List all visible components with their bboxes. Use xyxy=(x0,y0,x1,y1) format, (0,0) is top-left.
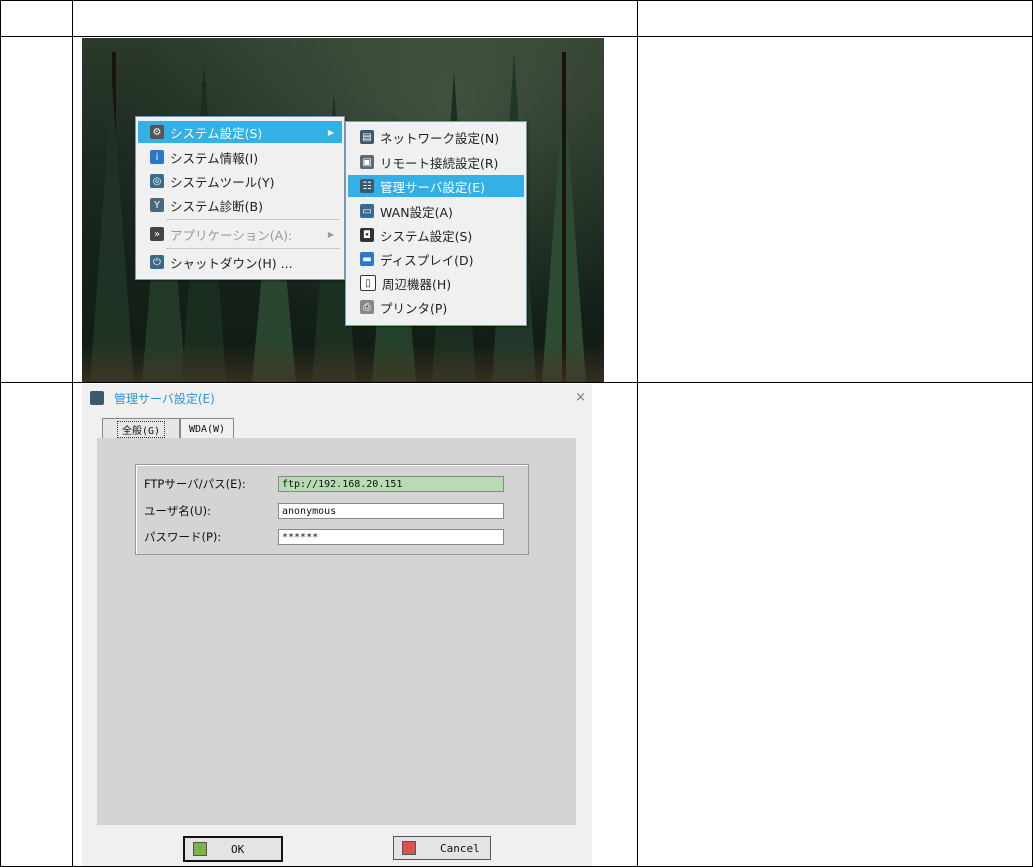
table-border-left xyxy=(0,0,1,867)
cancel-label: Cancel xyxy=(440,841,480,855)
menu-item-system-diagnosis[interactable]: Y システム診断(B) xyxy=(138,194,342,216)
tab-label: 全般(G) xyxy=(116,420,166,438)
menu-item-label: WAN設定(A) xyxy=(380,204,453,220)
gear-icon: ⚙ xyxy=(150,125,164,139)
submenu-item-peripherals[interactable]: ▯ 周辺機器(H) xyxy=(348,272,524,294)
menu-item-label: 管理サーバ設定(E) xyxy=(380,179,486,195)
context-menu: ⚙ システム設定(S) ▶ i システム情報(I) ◎ システムツール(Y) Y… xyxy=(135,116,345,280)
menu-item-label: システム設定(S) xyxy=(380,228,473,244)
ftp-server-row: FTPサーバ/パス(E): ftp://192.168.20.151 xyxy=(144,475,520,493)
info-icon: i xyxy=(150,150,164,164)
close-button[interactable]: × xyxy=(575,390,586,405)
menu-item-label: リモート接続設定(R) xyxy=(380,155,499,171)
table-row-divider xyxy=(0,36,1033,37)
menu-item-label: プリンタ(P) xyxy=(380,300,448,316)
cancel-button[interactable]: Cancel xyxy=(393,836,491,860)
menu-item-label: ディスプレイ(D) xyxy=(380,252,474,268)
display-icon: ▬ xyxy=(360,252,374,266)
management-server-dialog: 管理サーバ設定(E) × 全般(G) WDA(W) FTPサーバ/パス(E): … xyxy=(82,384,592,866)
check-icon xyxy=(193,842,207,856)
table-column-divider xyxy=(72,0,73,867)
tab-label: WDA(W) xyxy=(188,423,226,435)
menu-item-system-tools[interactable]: ◎ システムツール(Y) xyxy=(138,170,342,192)
power-icon: ⏻ xyxy=(150,255,164,269)
menu-item-label: ネットワーク設定(N) xyxy=(380,130,500,146)
tab-panel: FTPサーバ/パス(E): ftp://192.168.20.151 ユーザ名(… xyxy=(97,438,576,825)
submenu-item-remote[interactable]: ▣ リモート接続設定(R) xyxy=(348,151,524,173)
table-row-divider xyxy=(0,382,1033,383)
system-icon: ◘ xyxy=(360,228,374,242)
settings-group: FTPサーバ/パス(E): ftp://192.168.20.151 ユーザ名(… xyxy=(135,464,529,555)
submenu-item-system[interactable]: ◘ システム設定(S) xyxy=(348,224,524,246)
dialog-title: 管理サーバ設定(E) xyxy=(114,391,215,406)
diagnosis-icon: Y xyxy=(150,198,164,212)
password-label: パスワード(P): xyxy=(144,530,222,544)
menu-item-system-settings[interactable]: ⚙ システム設定(S) ▶ xyxy=(138,121,342,143)
submenu: ▤ ネットワーク設定(N) ▣ リモート接続設定(R) ☷ 管理サーバ設定(E)… xyxy=(345,121,527,326)
network-icon: ▤ xyxy=(360,130,374,144)
menu-item-label: システムツール(Y) xyxy=(170,174,275,190)
submenu-arrow-icon: ▶ xyxy=(327,127,334,137)
submenu-item-management-server[interactable]: ☷ 管理サーバ設定(E) xyxy=(348,175,524,197)
password-row: パスワード(P): ****** xyxy=(144,528,520,546)
menu-item-label: システム情報(I) xyxy=(170,150,259,166)
menu-separator xyxy=(166,219,340,220)
server-icon: ☷ xyxy=(360,179,374,193)
cancel-icon xyxy=(402,841,416,855)
tool-icon: ◎ xyxy=(150,174,164,188)
menu-item-shutdown[interactable]: ⏻ シャットダウン(H) ... xyxy=(138,251,342,273)
tab-wda[interactable]: WDA(W) xyxy=(180,418,234,439)
ftp-server-input[interactable]: ftp://192.168.20.151 xyxy=(278,476,504,492)
menu-item-label: シャットダウン(H) ... xyxy=(170,255,293,271)
menu-item-label: アプリケーション(A): xyxy=(170,227,293,243)
submenu-item-display[interactable]: ▬ ディスプレイ(D) xyxy=(348,248,524,270)
table-border-top xyxy=(0,0,1033,1)
submenu-item-network[interactable]: ▤ ネットワーク設定(N) xyxy=(348,126,524,148)
menu-item-system-info[interactable]: i システム情報(I) xyxy=(138,146,342,168)
table-column-divider xyxy=(637,0,638,867)
submenu-arrow-icon: ▶ xyxy=(327,229,334,239)
username-row: ユーザ名(U): anonymous xyxy=(144,502,520,520)
username-input[interactable]: anonymous xyxy=(278,503,504,519)
ok-button[interactable]: OK xyxy=(183,836,283,862)
tab-general[interactable]: 全般(G) xyxy=(102,418,180,439)
submenu-item-printer[interactable]: ⎙ プリンタ(P) xyxy=(348,296,524,318)
printer-icon: ⎙ xyxy=(360,300,374,314)
menu-item-label: システム診断(B) xyxy=(170,198,263,214)
password-input[interactable]: ****** xyxy=(278,529,504,545)
menu-separator xyxy=(166,248,340,249)
app-icon: » xyxy=(150,227,164,241)
ok-label: OK xyxy=(231,842,245,856)
remote-icon: ▣ xyxy=(360,155,374,169)
menu-item-applications[interactable]: » アプリケーション(A): ▶ xyxy=(138,223,342,245)
menu-item-label: システム設定(S) xyxy=(170,125,263,141)
ftp-server-label: FTPサーバ/パス(E): xyxy=(144,477,246,491)
dialog-title-bar: 管理サーバ設定(E) xyxy=(90,388,215,408)
submenu-item-wan[interactable]: ▭ WAN設定(A) xyxy=(348,200,524,222)
mouse-icon: ▯ xyxy=(360,275,376,291)
wan-icon: ▭ xyxy=(360,204,374,218)
server-icon xyxy=(90,391,104,405)
menu-item-label: 周辺機器(H) xyxy=(382,276,452,292)
username-label: ユーザ名(U): xyxy=(144,504,212,518)
